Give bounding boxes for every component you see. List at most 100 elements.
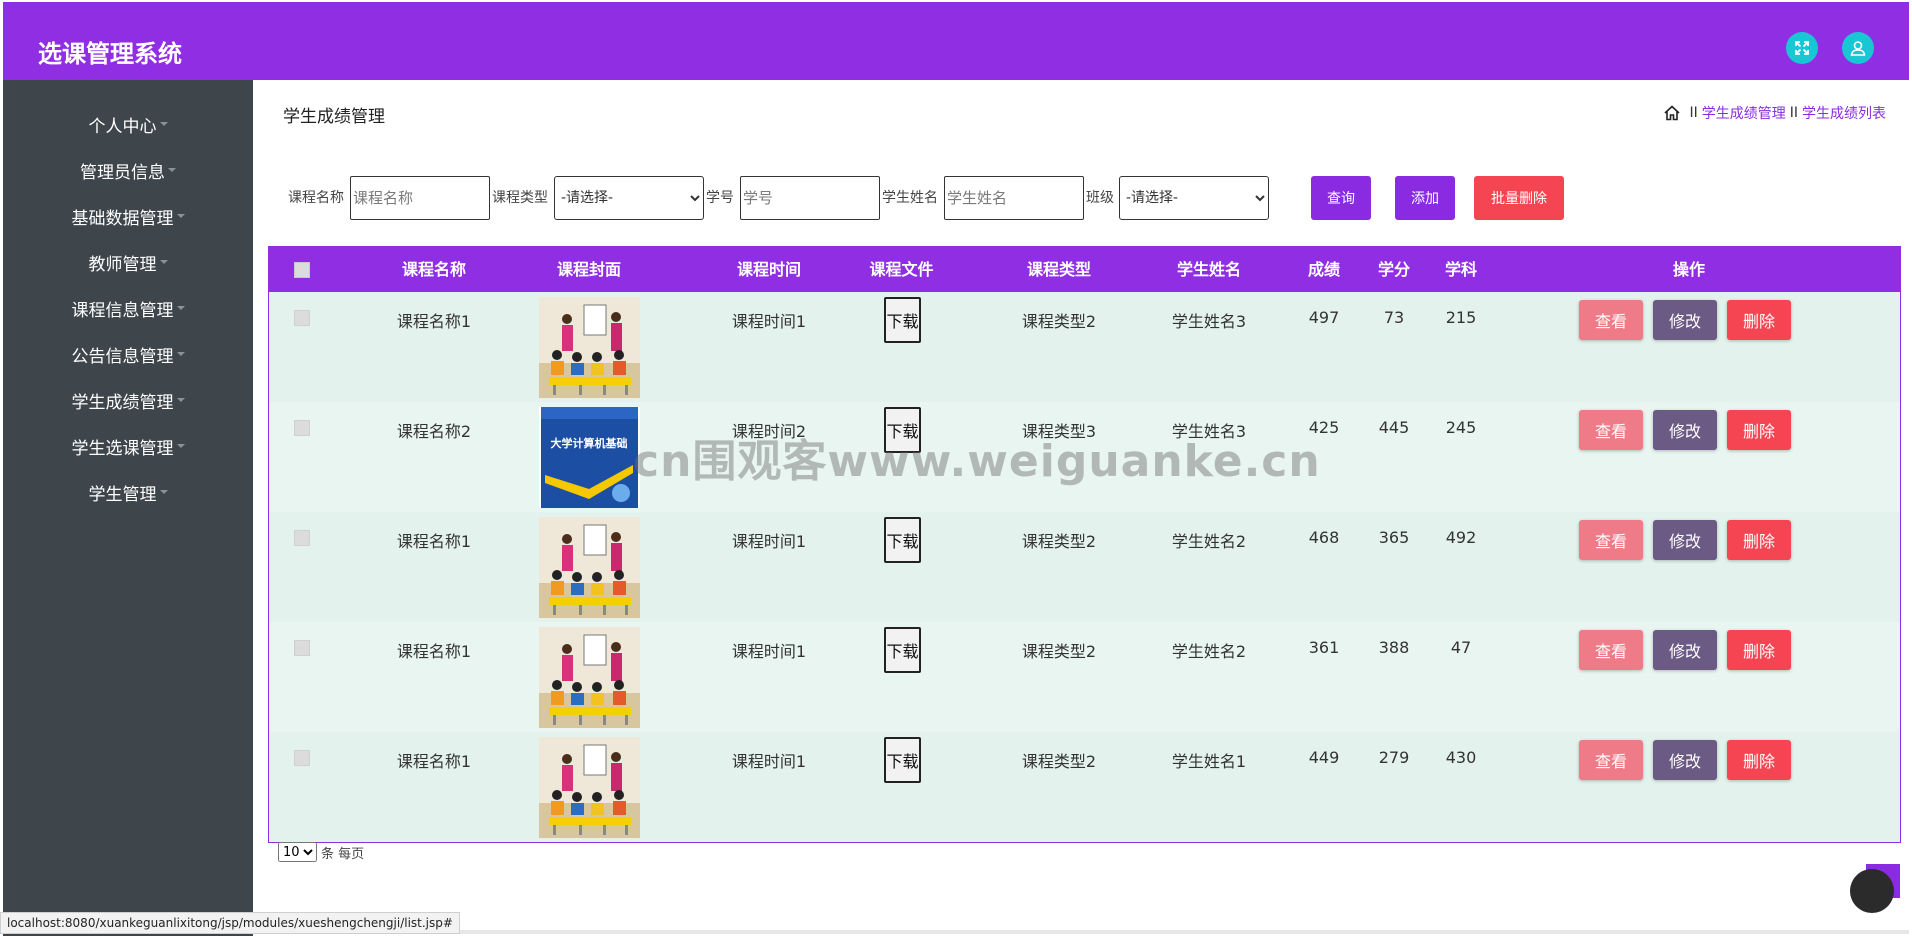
sidebar-item-label: 学生成绩管理 xyxy=(71,392,174,413)
edit-button[interactable]: 修改 xyxy=(1653,630,1717,670)
sidebar-item-label: 学生管理 xyxy=(88,484,157,505)
select-all-checkbox[interactable] xyxy=(294,262,310,278)
row-checkbox[interactable] xyxy=(294,640,310,656)
sidebar-item-grades[interactable]: 学生成绩管理 xyxy=(3,386,253,414)
edit-button[interactable]: 修改 xyxy=(1653,520,1717,560)
sidebar-item-personal-center[interactable]: 个人中心 xyxy=(3,110,253,138)
fullscreen-button[interactable] xyxy=(1786,32,1818,64)
cell-student-name: 学生姓名2 xyxy=(1171,642,1247,661)
view-button[interactable]: 查看 xyxy=(1579,740,1643,780)
row-checkbox[interactable] xyxy=(294,420,310,436)
download-button[interactable]: 下载 xyxy=(884,297,921,343)
page-size-suffix: 条 每页 xyxy=(321,846,365,862)
download-button[interactable]: 下载 xyxy=(884,737,921,783)
cell-course-time: 课程时间1 xyxy=(731,752,807,771)
classroom-photo-icon xyxy=(539,737,640,838)
course-name-input[interactable] xyxy=(350,176,490,220)
breadcrumb-separator: II xyxy=(1689,105,1698,121)
delete-button[interactable]: 删除 xyxy=(1727,740,1791,780)
course-cover-image[interactable]: 大学计算机基础 xyxy=(539,407,640,508)
view-button[interactable]: 查看 xyxy=(1579,520,1643,560)
edit-button[interactable]: 修改 xyxy=(1653,410,1717,450)
sidebar-item-basic-data[interactable]: 基础数据管理 xyxy=(3,202,253,230)
page-size-select[interactable]: 10 xyxy=(278,842,317,862)
sidebar-item-label: 教师管理 xyxy=(88,254,157,275)
user-button[interactable] xyxy=(1842,32,1874,64)
view-button[interactable]: 查看 xyxy=(1579,300,1643,340)
table-row: 课程名称1 课程时间1 下载 课程类型2 学生姓名3 497 73 215 查看 xyxy=(269,292,1900,402)
header-actions: 操作 xyxy=(1672,260,1705,279)
page-title: 学生成绩管理 xyxy=(283,107,385,127)
sidebar-item-label: 课程信息管理 xyxy=(71,300,174,321)
top-header: 选课管理系统 xyxy=(3,2,1909,80)
cell-course-type: 课程类型2 xyxy=(1021,752,1097,771)
caret-down-icon xyxy=(159,122,168,126)
cell-course-time: 课程时间1 xyxy=(731,642,807,661)
cell-score: 468 xyxy=(1308,528,1340,547)
cell-subject: 215 xyxy=(1445,308,1477,327)
cell-course-name: 课程名称1 xyxy=(396,642,472,661)
caret-down-icon xyxy=(176,398,185,402)
query-button[interactable]: 查询 xyxy=(1311,176,1371,220)
student-no-input[interactable] xyxy=(740,176,880,220)
breadcrumb-grades-list[interactable]: 学生成绩列表 xyxy=(1802,103,1886,123)
table-row: 课程名称1 课程时间1 下载 课程类型2 学生姓名2 361 388 47 查看 xyxy=(269,622,1900,732)
course-cover-image[interactable] xyxy=(539,737,640,838)
course-cover-image[interactable] xyxy=(539,517,640,618)
caret-down-icon xyxy=(159,490,168,494)
caret-down-icon xyxy=(176,214,185,218)
student-name-label: 学生姓名 xyxy=(882,190,938,206)
course-cover-image[interactable] xyxy=(539,297,640,398)
download-button[interactable]: 下载 xyxy=(884,627,921,673)
sidebar-item-courses[interactable]: 课程信息管理 xyxy=(3,294,253,322)
course-type-select[interactable]: -请选择- xyxy=(554,176,704,220)
home-icon[interactable] xyxy=(1663,104,1681,122)
batch-delete-button[interactable]: 批量删除 xyxy=(1474,176,1564,220)
edit-button[interactable]: 修改 xyxy=(1653,740,1717,780)
cell-course-type: 课程类型2 xyxy=(1021,312,1097,331)
class-label: 班级 xyxy=(1086,190,1114,206)
add-button[interactable]: 添加 xyxy=(1395,176,1455,220)
book-title: 大学计算机基础 xyxy=(551,436,628,450)
classroom-photo-icon xyxy=(539,627,640,728)
course-name-label: 课程名称 xyxy=(288,190,344,206)
cell-score: 449 xyxy=(1308,748,1340,767)
course-cover-image[interactable] xyxy=(539,627,640,728)
header-course-cover: 课程封面 xyxy=(556,260,621,279)
sidebar-item-teachers[interactable]: 教师管理 xyxy=(3,248,253,276)
course-type-label: 课程类型 xyxy=(492,190,548,206)
view-button[interactable]: 查看 xyxy=(1579,630,1643,670)
book-cover-icon: 大学计算机基础 xyxy=(539,407,640,508)
floating-circle-button[interactable] xyxy=(1850,869,1894,913)
cell-score: 361 xyxy=(1308,638,1340,657)
delete-button[interactable]: 删除 xyxy=(1727,300,1791,340)
breadcrumb-grades[interactable]: 学生成绩管理 xyxy=(1702,103,1786,123)
edit-button[interactable]: 修改 xyxy=(1653,300,1717,340)
row-checkbox[interactable] xyxy=(294,750,310,766)
delete-button[interactable]: 删除 xyxy=(1727,630,1791,670)
delete-button[interactable]: 删除 xyxy=(1727,410,1791,450)
classroom-photo-icon xyxy=(539,517,640,618)
sidebar-item-students[interactable]: 学生管理 xyxy=(3,478,253,506)
browser-status-bar: localhost:8080/xuankeguanlixitong/jsp/mo… xyxy=(0,912,460,934)
view-button[interactable]: 查看 xyxy=(1579,410,1643,450)
class-select[interactable]: -请选择- xyxy=(1119,176,1269,220)
sidebar-item-admin-info[interactable]: 管理员信息 xyxy=(3,156,253,184)
classroom-photo-icon xyxy=(539,297,640,398)
sidebar: 个人中心 管理员信息 基础数据管理 教师管理 课程信息管理 公告信息管理 学生成… xyxy=(3,80,253,936)
user-icon xyxy=(1850,41,1866,56)
breadcrumb: II 学生成绩管理 II 学生成绩列表 xyxy=(1663,103,1886,123)
download-button[interactable]: 下载 xyxy=(884,517,921,563)
cell-subject: 245 xyxy=(1445,418,1477,437)
delete-button[interactable]: 删除 xyxy=(1727,520,1791,560)
sidebar-item-course-selection[interactable]: 学生选课管理 xyxy=(3,432,253,460)
cell-student-name: 学生姓名2 xyxy=(1171,532,1247,551)
cell-course-time: 课程时间1 xyxy=(731,312,807,331)
sidebar-item-notices[interactable]: 公告信息管理 xyxy=(3,340,253,368)
row-checkbox[interactable] xyxy=(294,530,310,546)
cell-course-name: 课程名称1 xyxy=(396,312,472,331)
sidebar-item-label: 管理员信息 xyxy=(80,162,165,183)
student-name-input[interactable] xyxy=(944,176,1084,220)
grades-table: 课程名称 课程封面 课程时间 课程文件 课程类型 学生姓名 成绩 学分 学科 操… xyxy=(268,246,1901,843)
row-checkbox[interactable] xyxy=(294,310,310,326)
